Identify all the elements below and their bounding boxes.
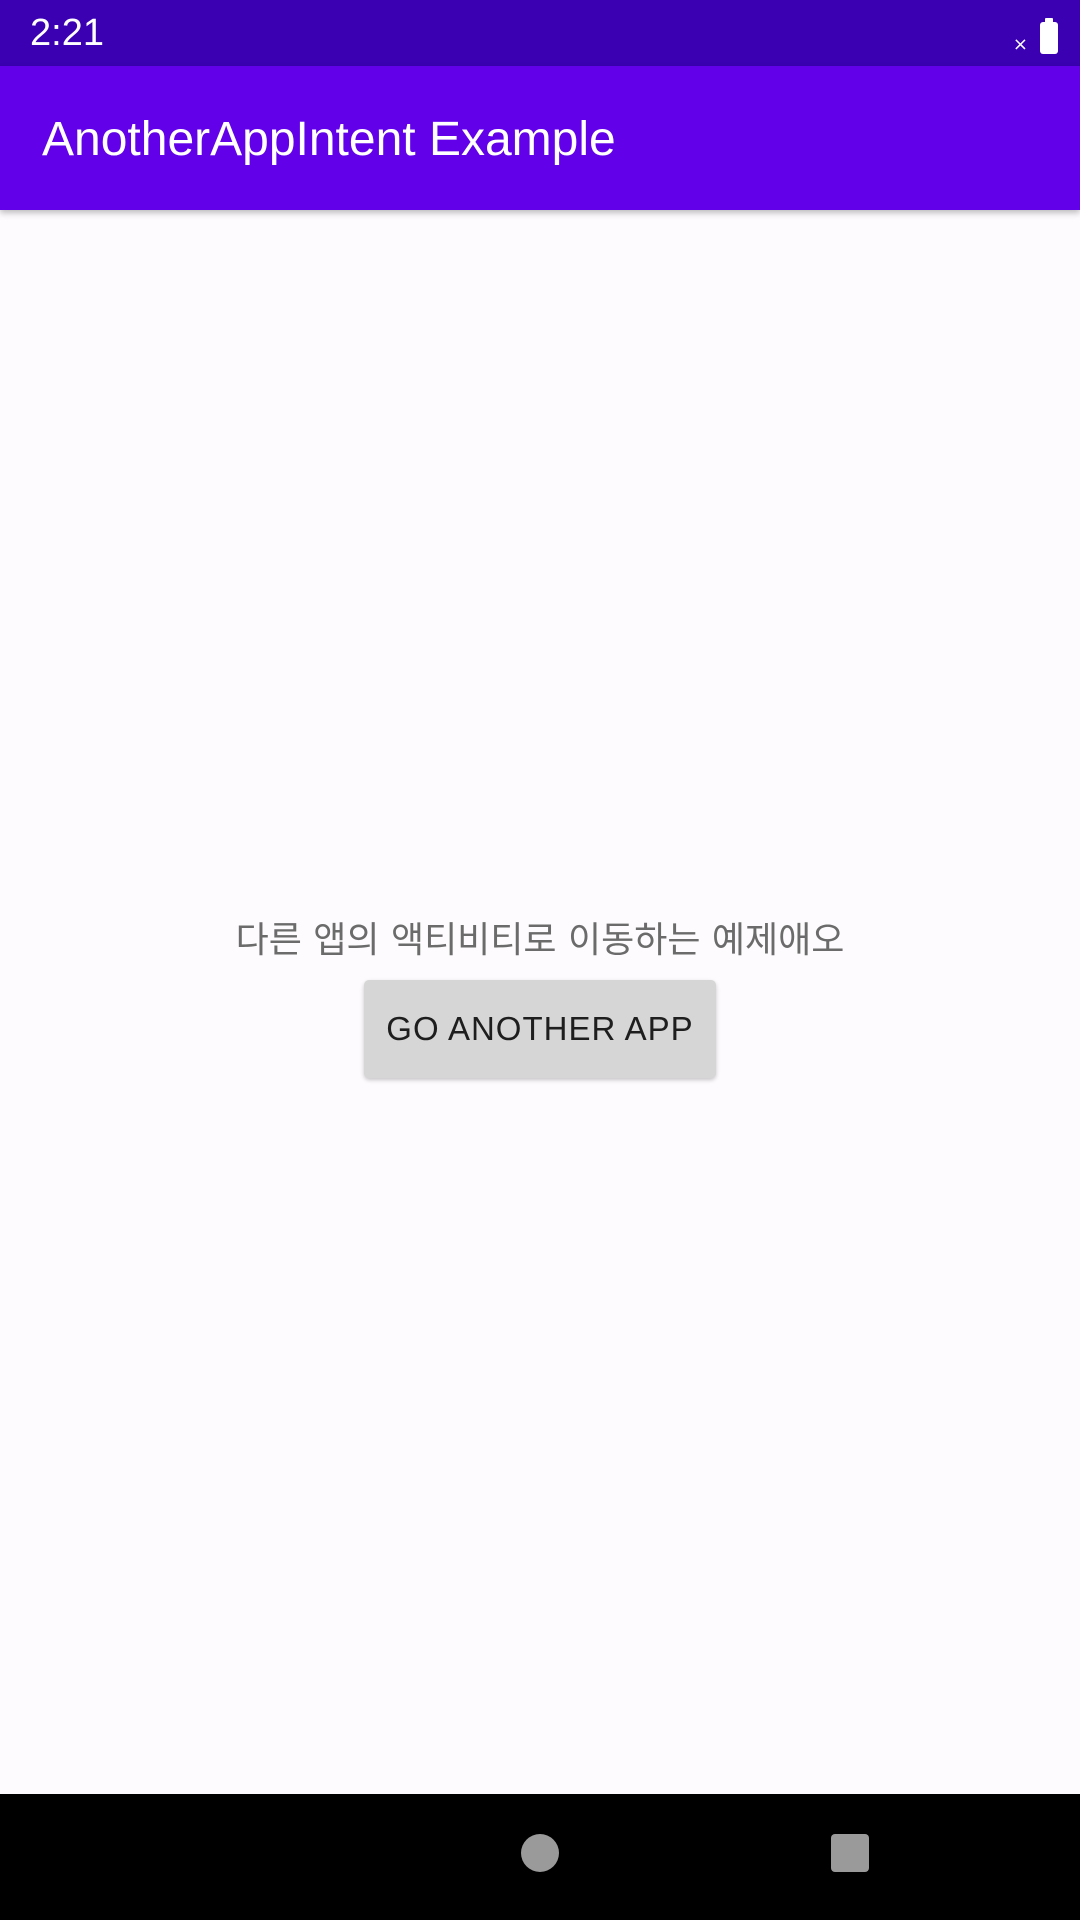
signal-off-icon: ×	[1012, 34, 1028, 55]
app-bar: AnotherAppIntent Example	[0, 66, 1080, 210]
main-content: 다른 앱의 액티비티로 이동하는 예제애오 GO ANOTHER APP	[0, 210, 1080, 1794]
app-title: AnotherAppIntent Example	[42, 113, 616, 166]
home-circle-icon[interactable]	[521, 1834, 559, 1872]
go-another-app-button[interactable]: GO ANOTHER APP	[364, 980, 716, 1078]
battery-full-icon	[1040, 18, 1058, 54]
status-bar: 2:21 ×	[0, 0, 1080, 66]
navigation-bar	[0, 1794, 1080, 1920]
message-text: 다른 앱의 액티비티로 이동하는 예제애오	[235, 920, 845, 961]
status-time: 2:21	[30, 12, 104, 54]
status-icons: ×	[1013, 14, 1058, 54]
recents-square-icon[interactable]	[831, 1834, 869, 1872]
